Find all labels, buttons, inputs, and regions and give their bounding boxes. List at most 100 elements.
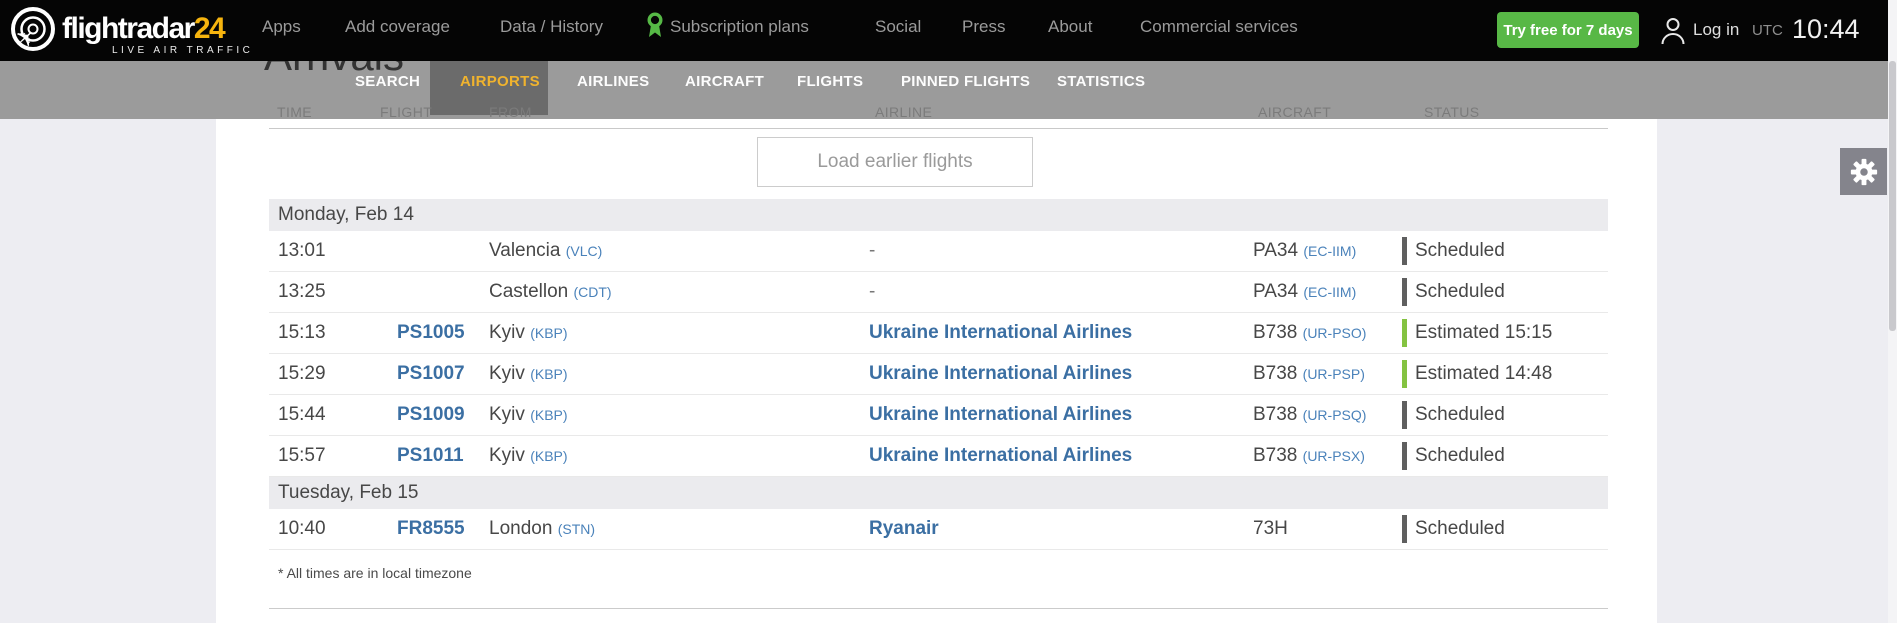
registration-link[interactable]: (UR-PSO) (1303, 325, 1367, 341)
flight-number-link[interactable]: PS1007 (397, 363, 465, 385)
flight-number-link[interactable]: FR8555 (397, 518, 465, 540)
cell-status: Estimated 15:15 (1415, 322, 1552, 344)
cell-airline-empty: - (869, 281, 875, 303)
settings-button[interactable] (1840, 148, 1887, 195)
column-header-from: FROM (489, 104, 532, 120)
timezone-footnote: * All times are in local timezone (278, 565, 472, 581)
airline-link[interactable]: Ukraine International Airlines (869, 322, 1132, 344)
table-bottom-divider (269, 608, 1608, 609)
cell-status: Scheduled (1415, 518, 1505, 540)
cell-time: 15:29 (278, 363, 326, 385)
cell-from: Kyiv (KBP) (489, 404, 568, 426)
cell-aircraft: PA34 (EC-IIM) (1253, 281, 1356, 303)
date-separator: Tuesday, Feb 15 (269, 477, 1608, 509)
cell-from: Kyiv (KBP) (489, 445, 568, 467)
tab-aircraft[interactable]: AIRCRAFT (685, 73, 764, 90)
origin-airport-code-link[interactable]: (VLC) (566, 243, 603, 259)
cell-aircraft: B738 (UR-PSP) (1253, 363, 1365, 385)
column-header-flight: FLIGHT (380, 104, 432, 120)
table-row: 10:40 FR8555 London (STN) Ryanair 73H Schedul… (269, 509, 1608, 550)
cell-status: Scheduled (1415, 404, 1505, 426)
try-free-button[interactable]: Try free for 7 days (1497, 12, 1639, 48)
subscription-ribbon-icon (645, 12, 665, 39)
cell-aircraft: B738 (UR-PSO) (1253, 322, 1366, 344)
flight-number-link[interactable]: PS1009 (397, 404, 465, 426)
status-indicator (1402, 360, 1407, 388)
log-in-link[interactable]: Log in (1693, 20, 1739, 40)
radar-icon: ✈ (10, 6, 56, 52)
cell-aircraft: PA34 (EC-IIM) (1253, 240, 1356, 262)
column-header-status: STATUS (1424, 104, 1480, 120)
load-earlier-flights-button[interactable]: Load earlier flights (757, 137, 1033, 187)
cell-aircraft: B738 (UR-PSX) (1253, 445, 1365, 467)
cell-from: Valencia (VLC) (489, 240, 602, 262)
table-row: 15:44 PS1009 Kyiv (KBP) Ukraine Internation… (269, 395, 1608, 436)
flight-number-link[interactable]: PS1005 (397, 322, 465, 344)
status-indicator (1402, 442, 1407, 470)
status-indicator (1402, 401, 1407, 429)
origin-airport-code-link[interactable]: (STN) (558, 521, 595, 537)
nav-item-apps[interactable]: Apps (262, 17, 301, 37)
origin-airport-code-link[interactable]: (KBP) (530, 366, 567, 382)
status-indicator (1402, 278, 1407, 306)
tab-airports[interactable]: AIRPORTS (460, 73, 540, 90)
origin-airport-code-link[interactable]: (KBP) (530, 325, 567, 341)
origin-airport-code-link[interactable]: (KBP) (530, 407, 567, 423)
cell-from: London (STN) (489, 518, 595, 540)
table-row: 15:29 PS1007 Kyiv (KBP) Ukraine Internation… (269, 354, 1608, 395)
table-row: 15:57 PS1011 Kyiv (KBP) Ukraine Internation… (269, 436, 1608, 477)
cell-time: 15:44 (278, 404, 326, 426)
utc-clock: 10:44 (1792, 14, 1860, 45)
utc-label: UTC (1752, 22, 1783, 39)
origin-airport-code-link[interactable]: (CDT) (574, 284, 612, 300)
status-indicator (1402, 237, 1407, 265)
tab-airlines[interactable]: AIRLINES (577, 73, 649, 90)
registration-link[interactable]: (UR-PSQ) (1303, 407, 1367, 423)
tab-flights[interactable]: FLIGHTS (797, 73, 863, 90)
cell-time: 13:25 (278, 281, 326, 303)
vertical-scrollbar[interactable] (1888, 0, 1897, 623)
cell-time: 13:01 (278, 240, 326, 262)
user-icon (1660, 16, 1686, 45)
arrivals-content: Load earlier flights Monday, Feb 14 13:01… (216, 119, 1657, 623)
header-divider (269, 128, 1608, 129)
cell-status: Scheduled (1415, 240, 1505, 262)
arrivals-table: Monday, Feb 14 13:01 Valencia (VLC) - PA34 (… (269, 199, 1608, 550)
status-indicator (1402, 515, 1407, 543)
date-separator: Monday, Feb 14 (269, 199, 1608, 231)
table-row: 15:13PS1005Kyiv (KBP)Ukraine Internation… (269, 313, 1608, 354)
tab-statistics[interactable]: STATISTICS (1057, 73, 1145, 90)
registration-link[interactable]: (UR-PSP) (1303, 366, 1365, 382)
gear-icon (1849, 157, 1879, 187)
column-header-airline: AIRLINE (875, 104, 932, 120)
nav-item-social[interactable]: Social (875, 17, 921, 37)
nav-item-commercial-services[interactable]: Commercial services (1140, 17, 1298, 37)
airline-link[interactable]: Ukraine International Airlines (869, 404, 1132, 426)
cell-from: Castellon (CDT) (489, 281, 612, 303)
flight-number-link[interactable]: PS1011 (397, 445, 464, 467)
cell-from: Kyiv (KBP) (489, 322, 568, 344)
scrollbar-thumb[interactable] (1889, 61, 1896, 331)
airline-link[interactable]: Ryanair (869, 518, 939, 540)
cell-time: 10:40 (278, 518, 326, 540)
top-navigation-bar: ✈ flightradar24 LIVE AIR TRAFFIC Apps Ad… (0, 0, 1888, 61)
cell-status: Estimated 14:48 (1415, 363, 1552, 385)
cell-status: Scheduled (1415, 445, 1505, 467)
registration-link[interactable]: (UR-PSX) (1303, 448, 1365, 464)
nav-item-add-coverage[interactable]: Add coverage (345, 17, 450, 37)
cell-time: 15:57 (278, 445, 326, 467)
nav-item-subscription-plans[interactable]: Subscription plans (670, 17, 809, 37)
registration-link[interactable]: (EC-IIM) (1303, 243, 1356, 259)
cell-from: Kyiv (KBP) (489, 363, 568, 385)
nav-item-data-history[interactable]: Data / History (500, 17, 603, 37)
registration-link[interactable]: (EC-IIM) (1303, 284, 1356, 300)
column-header-aircraft: AIRCRAFT (1258, 104, 1331, 120)
origin-airport-code-link[interactable]: (KBP) (530, 448, 567, 464)
tab-pinned-flights[interactable]: PINNED FLIGHTS (901, 73, 1030, 90)
cell-aircraft: 73H (1253, 518, 1288, 540)
nav-item-press[interactable]: Press (962, 17, 1005, 37)
airline-link[interactable]: Ukraine International Airlines (869, 363, 1132, 385)
airline-link[interactable]: Ukraine International Airlines (869, 445, 1132, 467)
column-header-time: TIME (277, 104, 312, 120)
nav-item-about[interactable]: About (1048, 17, 1092, 37)
